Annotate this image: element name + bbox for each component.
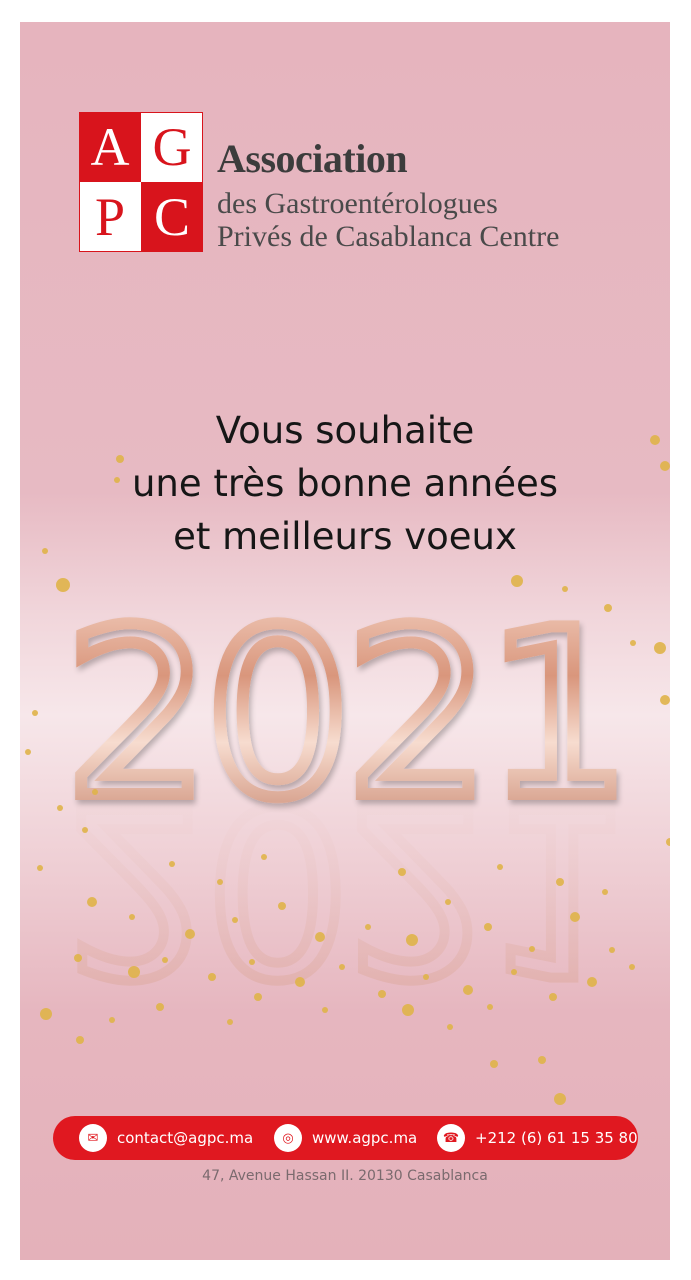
contact-email-text[interactable]: contact@agpc.ma — [117, 1129, 253, 1147]
gold-confetti — [25, 435, 670, 1105]
globe-icon: ◎ — [274, 1124, 302, 1152]
postal-address: 47, Avenue Hassan II. 20130 Casablanca — [202, 1168, 488, 1184]
contact-website-text[interactable]: www.agpc.ma — [312, 1129, 417, 1147]
greeting-card: A G P C Association des Gastroentérologu… — [20, 22, 670, 1260]
envelope-icon: ✉ — [79, 1124, 107, 1152]
contact-phone[interactable]: ☎ +212 (6) 61 15 35 80 — [437, 1124, 638, 1152]
contact-email[interactable]: ✉ contact@agpc.ma — [79, 1124, 253, 1152]
phone-icon: ☎ — [437, 1124, 465, 1152]
contact-bar: ✉ contact@agpc.ma ◎ www.agpc.ma ☎ +212 (… — [53, 1116, 638, 1160]
contact-phone-text[interactable]: +212 (6) 61 15 35 80 — [475, 1129, 638, 1147]
contact-website[interactable]: ◎ www.agpc.ma — [274, 1124, 417, 1152]
